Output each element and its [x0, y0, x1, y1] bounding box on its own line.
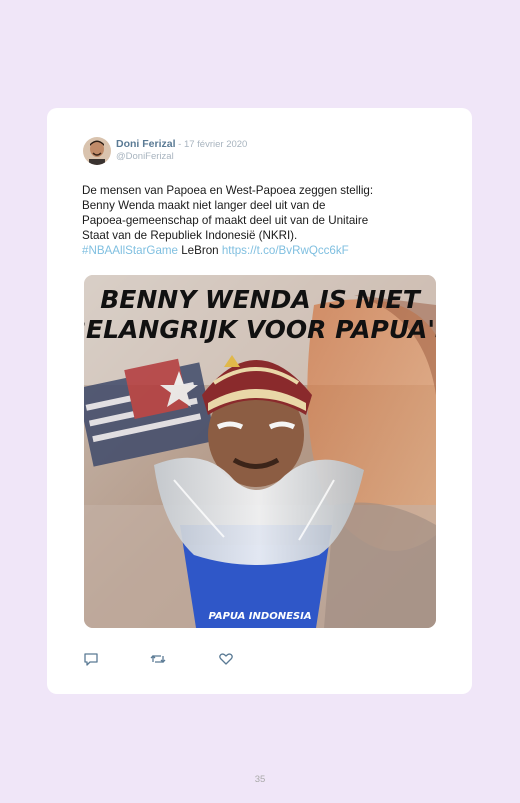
- url-link[interactable]: https://t.co/BvRwQcc6kF: [222, 244, 349, 257]
- retweet-icon[interactable]: [150, 651, 166, 667]
- hashtag-link[interactable]: #NBAAllStarGame: [82, 244, 178, 257]
- headline-line-1: BENNY WENDA IS NIET: [100, 285, 421, 314]
- tweet-text: De mensen van Papoea en West-Papoea zegg…: [82, 183, 432, 258]
- page-number: 35: [254, 774, 266, 785]
- author-handle[interactable]: @DoniFerizal: [116, 151, 174, 162]
- author-line: Doni Ferizal - 17 février 2020: [116, 138, 247, 150]
- like-icon[interactable]: [218, 651, 234, 667]
- reply-icon[interactable]: [83, 651, 99, 667]
- tweet-text-line: Papoea-gemeenschap of maakt deel uit van…: [82, 214, 369, 227]
- avatar[interactable]: [83, 137, 111, 165]
- tweet-card: Doni Ferizal - 17 février 2020 @DoniFeri…: [47, 108, 472, 694]
- tweet-text-line: De mensen van Papoea en West-Papoea zegg…: [82, 184, 374, 197]
- headline-line-2: BELANGRIJK VOOR PAPUA'S: [84, 315, 436, 344]
- watermark-text: PAPUA INDONESIA: [208, 611, 311, 622]
- tweet-text-line: Staat van de Republiek Indonesië (NKRI).: [82, 229, 298, 242]
- tweet-image[interactable]: BENNY WENDA IS NIET BELANGRIJK VOOR PAPU…: [84, 275, 436, 628]
- tweet-text-line: #NBAAllStarGame LeBron https://t.co/BvRw…: [82, 243, 432, 258]
- tweet-date[interactable]: - 17 février 2020: [176, 139, 247, 150]
- plain-text: LeBron: [178, 244, 222, 257]
- tweet-text-line: Benny Wenda maakt niet langer deel uit v…: [82, 199, 326, 212]
- author-name[interactable]: Doni Ferizal: [116, 138, 176, 150]
